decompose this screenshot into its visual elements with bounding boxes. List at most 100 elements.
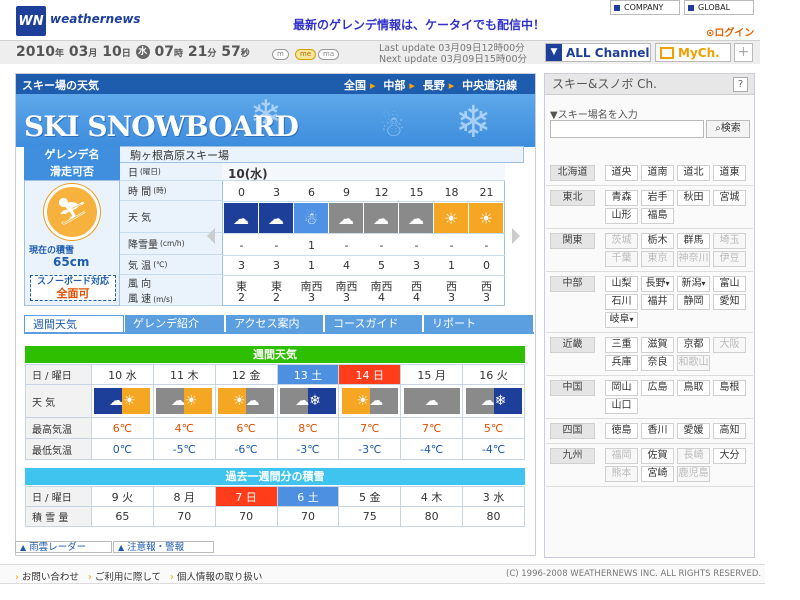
- prefecture-button[interactable]: 大分: [713, 448, 746, 464]
- prefecture-button[interactable]: 宮城: [713, 190, 746, 206]
- prefecture-button[interactable]: 広島: [641, 380, 674, 396]
- contact-label: お問い合わせ: [21, 572, 79, 583]
- region-3[interactable]: 中部: [550, 276, 595, 292]
- month-unit: 月: [88, 49, 98, 59]
- help-button[interactable]: ?: [733, 77, 748, 92]
- rain-radar-link[interactable]: ▲ 雨雲レーダー: [15, 541, 112, 553]
- dropdown-icon[interactable]: ▾: [665, 279, 669, 288]
- region-2[interactable]: 関東: [550, 233, 595, 249]
- region-6[interactable]: 四国: [550, 423, 595, 439]
- weekly-high-label: 最高気温: [25, 417, 92, 439]
- cloud-snow-icon: ☁❄: [279, 388, 336, 414]
- logo-icon[interactable]: WN: [16, 6, 46, 36]
- hourly-wind-speed-cell: 3: [308, 291, 315, 304]
- prefecture-button[interactable]: 岩手: [641, 190, 674, 206]
- add-button[interactable]: +: [734, 43, 753, 62]
- my-channel-button[interactable]: MyCh.: [655, 43, 731, 62]
- next-arrow-icon[interactable]: [512, 228, 520, 244]
- prefecture-button[interactable]: 鳥取: [677, 380, 710, 396]
- breadcrumb-chuodo[interactable]: 中央道沿線: [462, 79, 517, 92]
- forecast-date: 10(水): [228, 167, 268, 181]
- status-label: 滑走可否: [24, 163, 120, 180]
- tab-slope-info[interactable]: ゲレンデ紹介: [125, 315, 225, 333]
- company-button[interactable]: COMPANY: [610, 0, 680, 15]
- prefecture-button[interactable]: 山梨: [605, 276, 638, 292]
- privacy-link[interactable]: › 個人情報の取り扱い: [170, 569, 262, 583]
- prefecture-button[interactable]: 道東: [713, 165, 746, 181]
- prefecture-button[interactable]: 道北: [677, 165, 710, 181]
- prefecture-button[interactable]: 青森: [605, 190, 638, 206]
- prefecture-button[interactable]: 秋田: [677, 190, 710, 206]
- promo-text[interactable]: 最新のゲレンデ情報は、ケータイでも配信中！: [293, 16, 545, 33]
- prefecture-button[interactable]: 愛媛: [677, 423, 710, 439]
- prefecture-button[interactable]: 岐阜▾: [605, 312, 638, 328]
- dropdown-icon[interactable]: ▾: [701, 279, 705, 288]
- global-button[interactable]: GLOBAL: [684, 0, 754, 15]
- prefecture-button[interactable]: 山口: [605, 398, 638, 414]
- terms-link[interactable]: › ご利用に際して: [88, 569, 161, 583]
- breadcrumb-chubu[interactable]: 中部: [383, 79, 405, 92]
- tab-weekly[interactable]: 週間天気: [24, 315, 124, 333]
- prev-arrow-icon[interactable]: [207, 228, 215, 244]
- prefecture-button[interactable]: 長野▾: [641, 276, 674, 292]
- prefecture-button[interactable]: 高知: [713, 423, 746, 439]
- prefecture-button[interactable]: 静岡: [677, 294, 710, 310]
- prefecture-button[interactable]: 福島: [641, 208, 674, 224]
- region-1[interactable]: 東北: [550, 190, 595, 206]
- snowboard-value: 全面可: [56, 287, 90, 300]
- warnings-link[interactable]: ▲ 注意報・警報: [113, 541, 214, 553]
- prefecture-button[interactable]: 佐賀: [641, 448, 674, 464]
- cloud-icon: ☁: [329, 203, 363, 233]
- tab-course-guide[interactable]: コースガイド: [325, 315, 423, 333]
- region-7[interactable]: 九州: [550, 448, 595, 464]
- prefecture-button[interactable]: 新潟▾: [677, 276, 710, 292]
- breadcrumb-national[interactable]: 全国: [344, 79, 366, 92]
- cloud-snow-icon: ☁❄: [465, 388, 522, 414]
- tab-report[interactable]: リポート: [424, 315, 534, 333]
- prefecture-button[interactable]: 香川: [641, 423, 674, 439]
- prefecture-button[interactable]: 山形: [605, 208, 638, 224]
- prefecture-button[interactable]: 富山: [713, 276, 746, 292]
- prefecture-button[interactable]: 徳島: [605, 423, 638, 439]
- past-value-3: 70: [276, 506, 340, 527]
- brand-name[interactable]: weathernews: [50, 12, 141, 26]
- prefecture-button[interactable]: 道央: [605, 165, 638, 181]
- region-5[interactable]: 中国: [550, 380, 595, 396]
- past-value-2: 70: [214, 506, 278, 527]
- font-size-medium-button[interactable]: me: [295, 49, 317, 60]
- font-size-small-button[interactable]: m: [272, 49, 289, 60]
- search-button[interactable]: ⌕検索: [706, 120, 750, 138]
- region-4[interactable]: 近畿: [550, 337, 595, 353]
- row-label-text: 風 速: [128, 294, 152, 305]
- prefecture-button[interactable]: 福井: [641, 294, 674, 310]
- prefecture-button[interactable]: 宮崎: [641, 466, 674, 482]
- all-channel-button[interactable]: ▼ ALL Channel: [545, 43, 651, 62]
- hourly-hours-cell: 0: [238, 186, 245, 199]
- prefecture-button[interactable]: 兵庫: [605, 355, 638, 371]
- prefecture-label: 宮城: [719, 192, 740, 203]
- tab-access[interactable]: アクセス案内: [226, 315, 324, 333]
- prefecture-button[interactable]: 道南: [641, 165, 674, 181]
- prefecture-button[interactable]: 京都: [677, 337, 710, 353]
- breadcrumb-nagano[interactable]: 長野: [423, 79, 445, 92]
- prefecture-button[interactable]: 岡山: [605, 380, 638, 396]
- prefecture-button[interactable]: 奈良: [641, 355, 674, 371]
- prefecture-button[interactable]: 滋賀: [641, 337, 674, 353]
- login-link[interactable]: ⊙ログイン: [706, 24, 754, 39]
- search-input[interactable]: [550, 120, 704, 138]
- weekly-low-1: -5℃: [152, 438, 216, 460]
- weekly-low-4: -3℃: [338, 438, 402, 460]
- prefecture-button[interactable]: 石川: [605, 294, 638, 310]
- region-0[interactable]: 北海道: [550, 165, 595, 181]
- dropdown-icon[interactable]: ▾: [629, 315, 633, 324]
- prefecture-button[interactable]: 栃木: [641, 233, 674, 249]
- prefecture-button[interactable]: 三重: [605, 337, 638, 353]
- font-size-large-button[interactable]: ma: [318, 49, 340, 60]
- prefecture-button[interactable]: 島根: [713, 380, 746, 396]
- prefecture-button[interactable]: 愛知: [713, 294, 746, 310]
- prefecture-button[interactable]: 群馬: [677, 233, 710, 249]
- contact-link[interactable]: › お問い合わせ: [15, 569, 79, 583]
- past-day-6: 3 水: [462, 486, 525, 507]
- row-label-temp: 気 温 (℃): [120, 255, 222, 275]
- weekly-high-2: 6℃: [214, 417, 278, 439]
